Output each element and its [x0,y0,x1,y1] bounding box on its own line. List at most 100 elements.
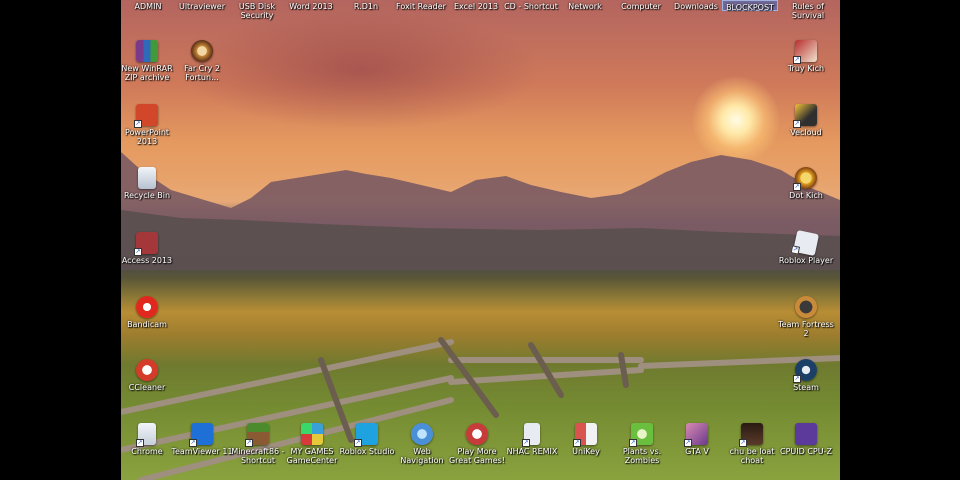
desktop-icon-recycle-bin[interactable]: Recycle Bin [121,167,178,200]
chrome-icon: ↗ [136,423,156,447]
ccleaner-icon [136,359,158,381]
desktop-icon-minecraft[interactable]: ↗ Minecraft86 - Shortcut [227,423,289,465]
roblox-studio-icon: ↗ [354,423,378,447]
recycle-bin-icon [138,167,156,189]
icon-label: Vecloud [790,128,822,137]
bandicam-icon [136,296,158,318]
icon-label: PowerPoint 2013 [124,128,170,146]
desktop-icon-bandicam[interactable]: Bandicam [121,296,178,329]
icon-label: Plants vs. Zombies [622,447,662,465]
icon-label: chu be loat choat [729,447,775,465]
far-cry-icon [191,40,213,62]
nhac-remix-icon: ↗ [522,423,540,447]
steam-icon: ↗ [793,359,817,383]
teamviewer-icon: ↗ [189,423,213,447]
icon-label: Downloads [674,2,718,11]
desktop-icon-roblox-player[interactable]: ↗ Roblox Player [775,229,837,265]
icon-label: Steam [793,383,819,392]
icon-label: TeamViewer 11 [171,447,233,456]
icon-label: Truy Kich [787,64,825,73]
desktop-icon-cd-shortcut[interactable]: CD - Shortcut [501,0,561,11]
web-navigation-icon [411,423,433,445]
icon-label: ADMIN [134,2,162,11]
desktop-icon-chrome[interactable]: ↗ Chrome [121,423,178,456]
desktop-icon-far-cry-2[interactable]: Far Cry 2 Fortun... [171,40,233,82]
icon-label: UniKey [572,447,600,456]
minecraft-icon: ↗ [245,423,269,447]
icon-label: Word 2013 [289,2,333,11]
icon-label: Dot Kich [789,191,823,200]
desktop-icon-team-fortress-2[interactable]: Team Fortress 2 [775,296,837,338]
desktop-icon-roblox-studio[interactable]: ↗ Roblox Studio [336,423,398,456]
desktop-icon-computer[interactable]: Computer [611,0,671,11]
mountain-range [121,152,840,270]
desktop-icon-chu-be-loat-choat[interactable]: ↗ chu be loat choat [721,423,783,465]
cpu-z-icon [795,423,817,445]
icon-label: Far Cry 2 Fortun... [184,64,220,82]
icon-label: Bandicam [127,320,167,329]
desktop-icon-blockpost[interactable]: BLOCKPOST [722,0,778,12]
desktop-icon-downloads[interactable]: Downloads [666,0,726,11]
desktop-icon-steam[interactable]: ↗ Steam [775,359,837,392]
desktop-icon-unikey[interactable]: ↗ UniKey [555,423,617,456]
dot-kich-icon: ↗ [793,167,817,191]
desktop-icon-plants-vs-zombies[interactable]: ↗ Plants vs. Zombies [611,423,673,465]
desktop-icon-ccleaner[interactable]: CCleaner [121,359,178,392]
icon-label: Minecraft86 - Shortcut [231,447,285,465]
icon-label: CPUID CPU-Z [780,447,832,456]
desktop-icon-play-more-games[interactable]: Play More Great Games! [446,423,508,465]
icon-label: BLOCKPOST [726,3,774,12]
desktop-icon-dot-kich[interactable]: ↗ Dot Kich [775,167,837,200]
desktop-icon-network[interactable]: Network [555,0,615,11]
desktop-icon-nhac-remix[interactable]: ↗ NHAC REMIX [501,423,563,456]
play-more-icon [466,423,488,445]
sky-cloud [181,10,541,130]
icon-label: Excel 2013 [453,2,499,11]
icon-label: Rules of Survival [791,2,825,20]
desktop-icon-gta-v[interactable]: ↗ GTA V [666,423,728,456]
chu-be-icon: ↗ [739,423,763,447]
desktop-icon-truy-kich[interactable]: ↗ Truy Kich [775,40,837,73]
winrar-icon [136,40,158,62]
desktop-icon-access-2013[interactable]: ↗ Access 2013 [121,232,178,265]
desktop-icon-foxit-reader[interactable]: Foxit Reader [391,0,451,11]
vecloud-icon: ↗ [793,104,817,128]
icon-label: GTA V [685,447,709,456]
icon-label: USB Disk Security [238,2,276,20]
desktop-background: ADMIN Ultraviewer USB Disk Security Word… [121,0,840,480]
desktop-icon-word-2013[interactable]: Word 2013 [281,0,341,11]
icon-label: Team Fortress 2 [778,320,834,338]
desktop-icon-rd1n[interactable]: R.D1n [336,0,396,11]
desktop-icon-teamviewer[interactable]: ↗ TeamViewer 11 [171,423,233,456]
icon-label: Foxit Reader [396,2,446,11]
truy-kich-icon: ↗ [793,40,817,64]
icon-label: CD - Shortcut [504,2,558,11]
my-games-icon [301,423,323,445]
icon-label: Ultraviewer [178,2,226,11]
desktop-icon-winrar-archive[interactable]: New WinRAR ZIP archive [121,40,178,82]
icon-label: Network [568,2,602,11]
desktop-icon-vecloud[interactable]: ↗ Vecloud [775,104,837,137]
icon-label: CCleaner [128,383,166,392]
icon-label: Web Navigation [400,447,444,465]
desktop-icon-rules-of-survival[interactable]: Rules of Survival [778,0,838,20]
icon-label: Computer [621,2,661,11]
plants-vs-zombies-icon: ↗ [629,423,653,447]
desktop-icon-powerpoint-2013[interactable]: ↗ PowerPoint 2013 [121,104,178,146]
icon-label: NHAC REMIX [506,447,558,456]
access-icon: ↗ [134,232,158,256]
desktop-icon-admin[interactable]: ADMIN [121,0,178,11]
desktop-icon-my-games[interactable]: MY GAMES GameCenter [281,423,343,465]
desktop-icon-excel-2013[interactable]: Excel 2013 [446,0,506,11]
desktop-icon-usb-disk-security[interactable]: USB Disk Security [227,0,287,20]
powerpoint-icon: ↗ [134,104,158,128]
unikey-icon: ↗ [573,423,597,447]
icon-label: Recycle Bin [123,191,171,200]
icon-label: Roblox Player [778,256,834,265]
gta-v-icon: ↗ [684,423,708,447]
desktop-icon-ultraviewer[interactable]: Ultraviewer [172,0,232,11]
icon-label: Chrome [131,447,163,456]
team-fortress-icon [795,296,817,318]
desktop-icon-cpu-z[interactable]: CPUID CPU-Z [775,423,837,456]
desktop-icon-web-navigation[interactable]: Web Navigation [391,423,453,465]
